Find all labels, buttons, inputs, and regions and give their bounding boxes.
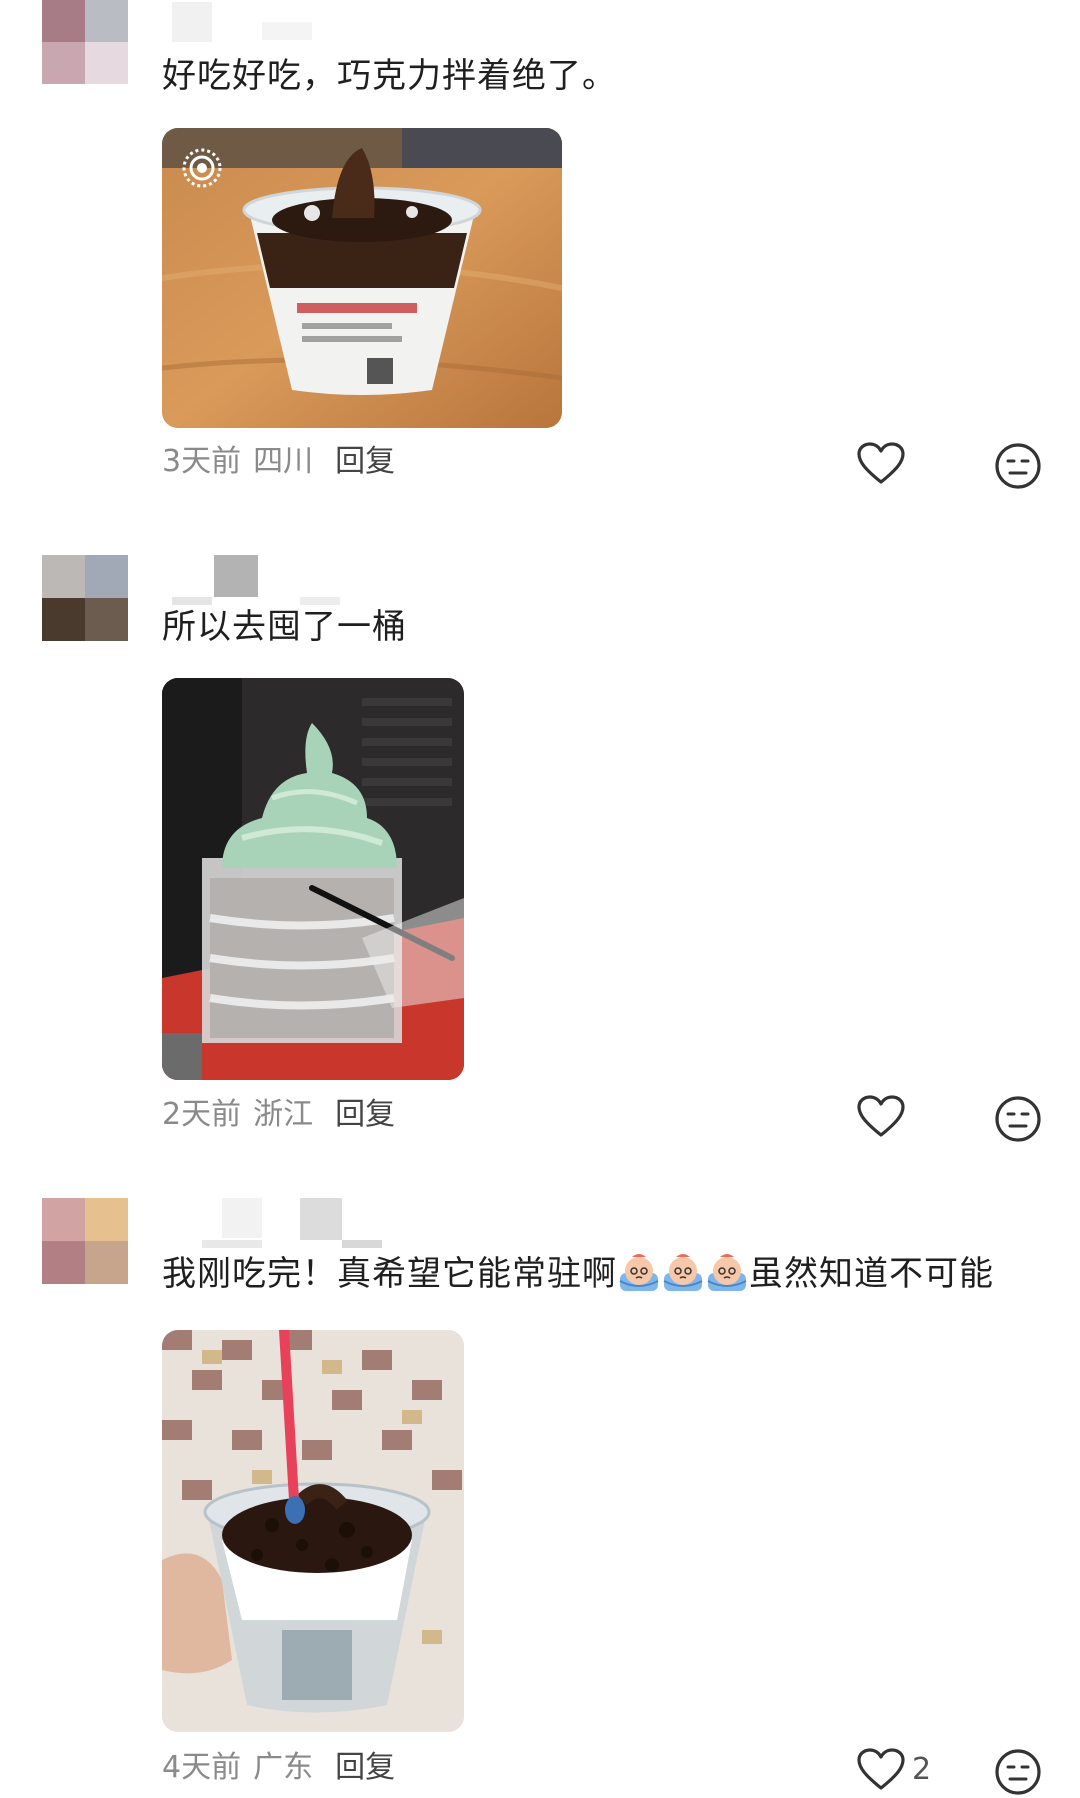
comment-time: 3天前: [162, 444, 242, 479]
avatar[interactable]: [42, 0, 128, 84]
heart-outline-icon[interactable]: [856, 442, 906, 486]
crying-face-emoji-icon: [619, 1254, 659, 1291]
username-mosaic[interactable]: [162, 1198, 382, 1248]
comment-text: 所以去囤了一桶: [162, 607, 407, 647]
avatar[interactable]: [42, 1198, 128, 1284]
comment-text-part: 虽然知道不可能: [749, 1254, 994, 1294]
comment-region: 浙江: [253, 1097, 314, 1132]
avatar[interactable]: [42, 555, 128, 641]
reply-button[interactable]: 回复: [335, 1097, 395, 1132]
reply-button[interactable]: 回复: [335, 444, 395, 479]
comment-photo[interactable]: [162, 678, 464, 1080]
neutral-face-icon[interactable]: [994, 1095, 1042, 1143]
neutral-face-icon[interactable]: [994, 442, 1042, 490]
comment-photo[interactable]: [162, 128, 562, 428]
comment-text: 好吃好吃，巧克力拌着绝了。: [162, 56, 617, 96]
comment-text: 我刚吃完！真希望它能常驻啊 虽然知道不可能: [162, 1250, 994, 1298]
comment-text-part: 我刚吃完！真希望它能常驻啊: [162, 1254, 617, 1294]
heart-outline-icon[interactable]: [856, 1748, 906, 1792]
heart-outline-icon[interactable]: [856, 1095, 906, 1139]
comment-photo[interactable]: [162, 1330, 464, 1732]
comment-meta: 4天前 广东 回复: [162, 1748, 395, 1788]
reply-button[interactable]: 回复: [335, 1750, 395, 1785]
like-count: 2: [912, 1752, 932, 1787]
neutral-face-icon[interactable]: [994, 1748, 1042, 1796]
crying-face-emoji-icon: [663, 1254, 703, 1291]
comment-meta: 3天前 四川 回复: [162, 442, 395, 482]
comment-time: 4天前: [162, 1750, 242, 1785]
username-mosaic[interactable]: [162, 555, 340, 605]
crying-face-emoji-icon: [707, 1254, 747, 1291]
comment-time: 2天前: [162, 1097, 242, 1132]
comment-region: 四川: [253, 444, 314, 479]
username-mosaic[interactable]: [162, 2, 332, 46]
comment-meta: 2天前 浙江 回复: [162, 1095, 395, 1135]
comment-region: 广东: [253, 1750, 314, 1785]
